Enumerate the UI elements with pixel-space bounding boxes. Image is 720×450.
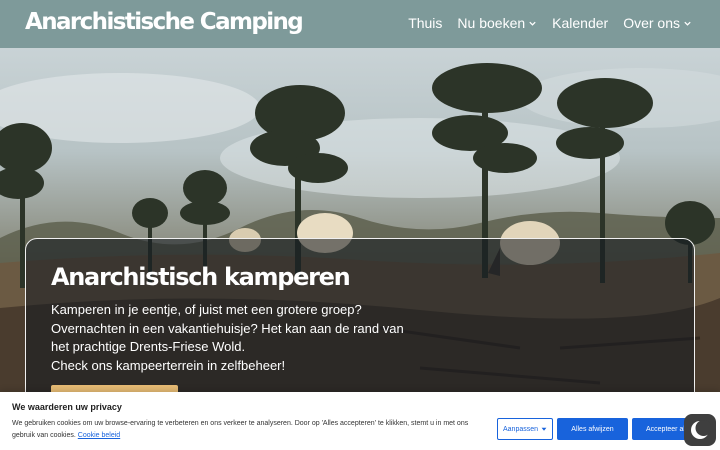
hero-description: Kamperen in je eentje, of juist met een …	[51, 301, 404, 375]
hero-line: Overnachten in een vakantiehuisje? Het k…	[51, 320, 404, 336]
hero-title: Anarchistisch kamperen	[51, 263, 351, 291]
nav-item-label: Nu boeken	[457, 15, 526, 31]
hero-line: Kamperen in je eentje, of juist met een …	[51, 302, 362, 317]
nav-item-kalender[interactable]: Kalender	[552, 15, 608, 31]
accept-label: Accepteer al	[646, 425, 685, 433]
nav-item-label: Over ons	[623, 15, 680, 31]
cookie-title: We waarderen uw privacy	[12, 402, 122, 412]
site-logo[interactable]: Anarchistische Camping	[25, 9, 304, 35]
cookie-revisit-icon[interactable]	[684, 414, 716, 446]
cookie-text: We gebruiken cookies om uw browse-ervari…	[12, 418, 490, 442]
nav-item-over-ons[interactable]: Over ons	[623, 15, 692, 31]
site-header: Anarchistische Camping Thuis Nu boeken K…	[0, 0, 720, 48]
chevron-down-icon	[684, 21, 691, 26]
cookie-banner: We waarderen uw privacy We gebruiken coo…	[0, 392, 720, 450]
hero-line: Check ons kampeerterrein in zelfbeheer!	[51, 357, 286, 373]
reject-label: Alles afwijzen	[571, 425, 614, 433]
nav-item-nu-boeken[interactable]: Nu boeken	[457, 15, 537, 31]
customize-button[interactable]: Aanpassen	[497, 418, 553, 440]
main-nav: Thuis Nu boeken Kalender Over ons	[408, 15, 692, 31]
nav-item-thuis[interactable]: Thuis	[408, 15, 442, 31]
caret-down-icon	[541, 427, 547, 431]
crescent-icon	[691, 420, 711, 439]
nav-item-label: Kalender	[552, 15, 609, 31]
customize-label: Aanpassen	[502, 425, 539, 433]
nav-item-label: Thuis	[408, 15, 443, 31]
hero-card: Anarchistisch kamperen Kamperen in je ee…	[25, 238, 695, 415]
hero-line: het prachtige Drents-Friese Wold.	[51, 339, 246, 354]
cookie-policy-link[interactable]: Cookie beleid	[78, 432, 120, 439]
chevron-down-icon	[529, 21, 536, 26]
reject-all-button[interactable]: Alles afwijzen	[557, 418, 628, 440]
